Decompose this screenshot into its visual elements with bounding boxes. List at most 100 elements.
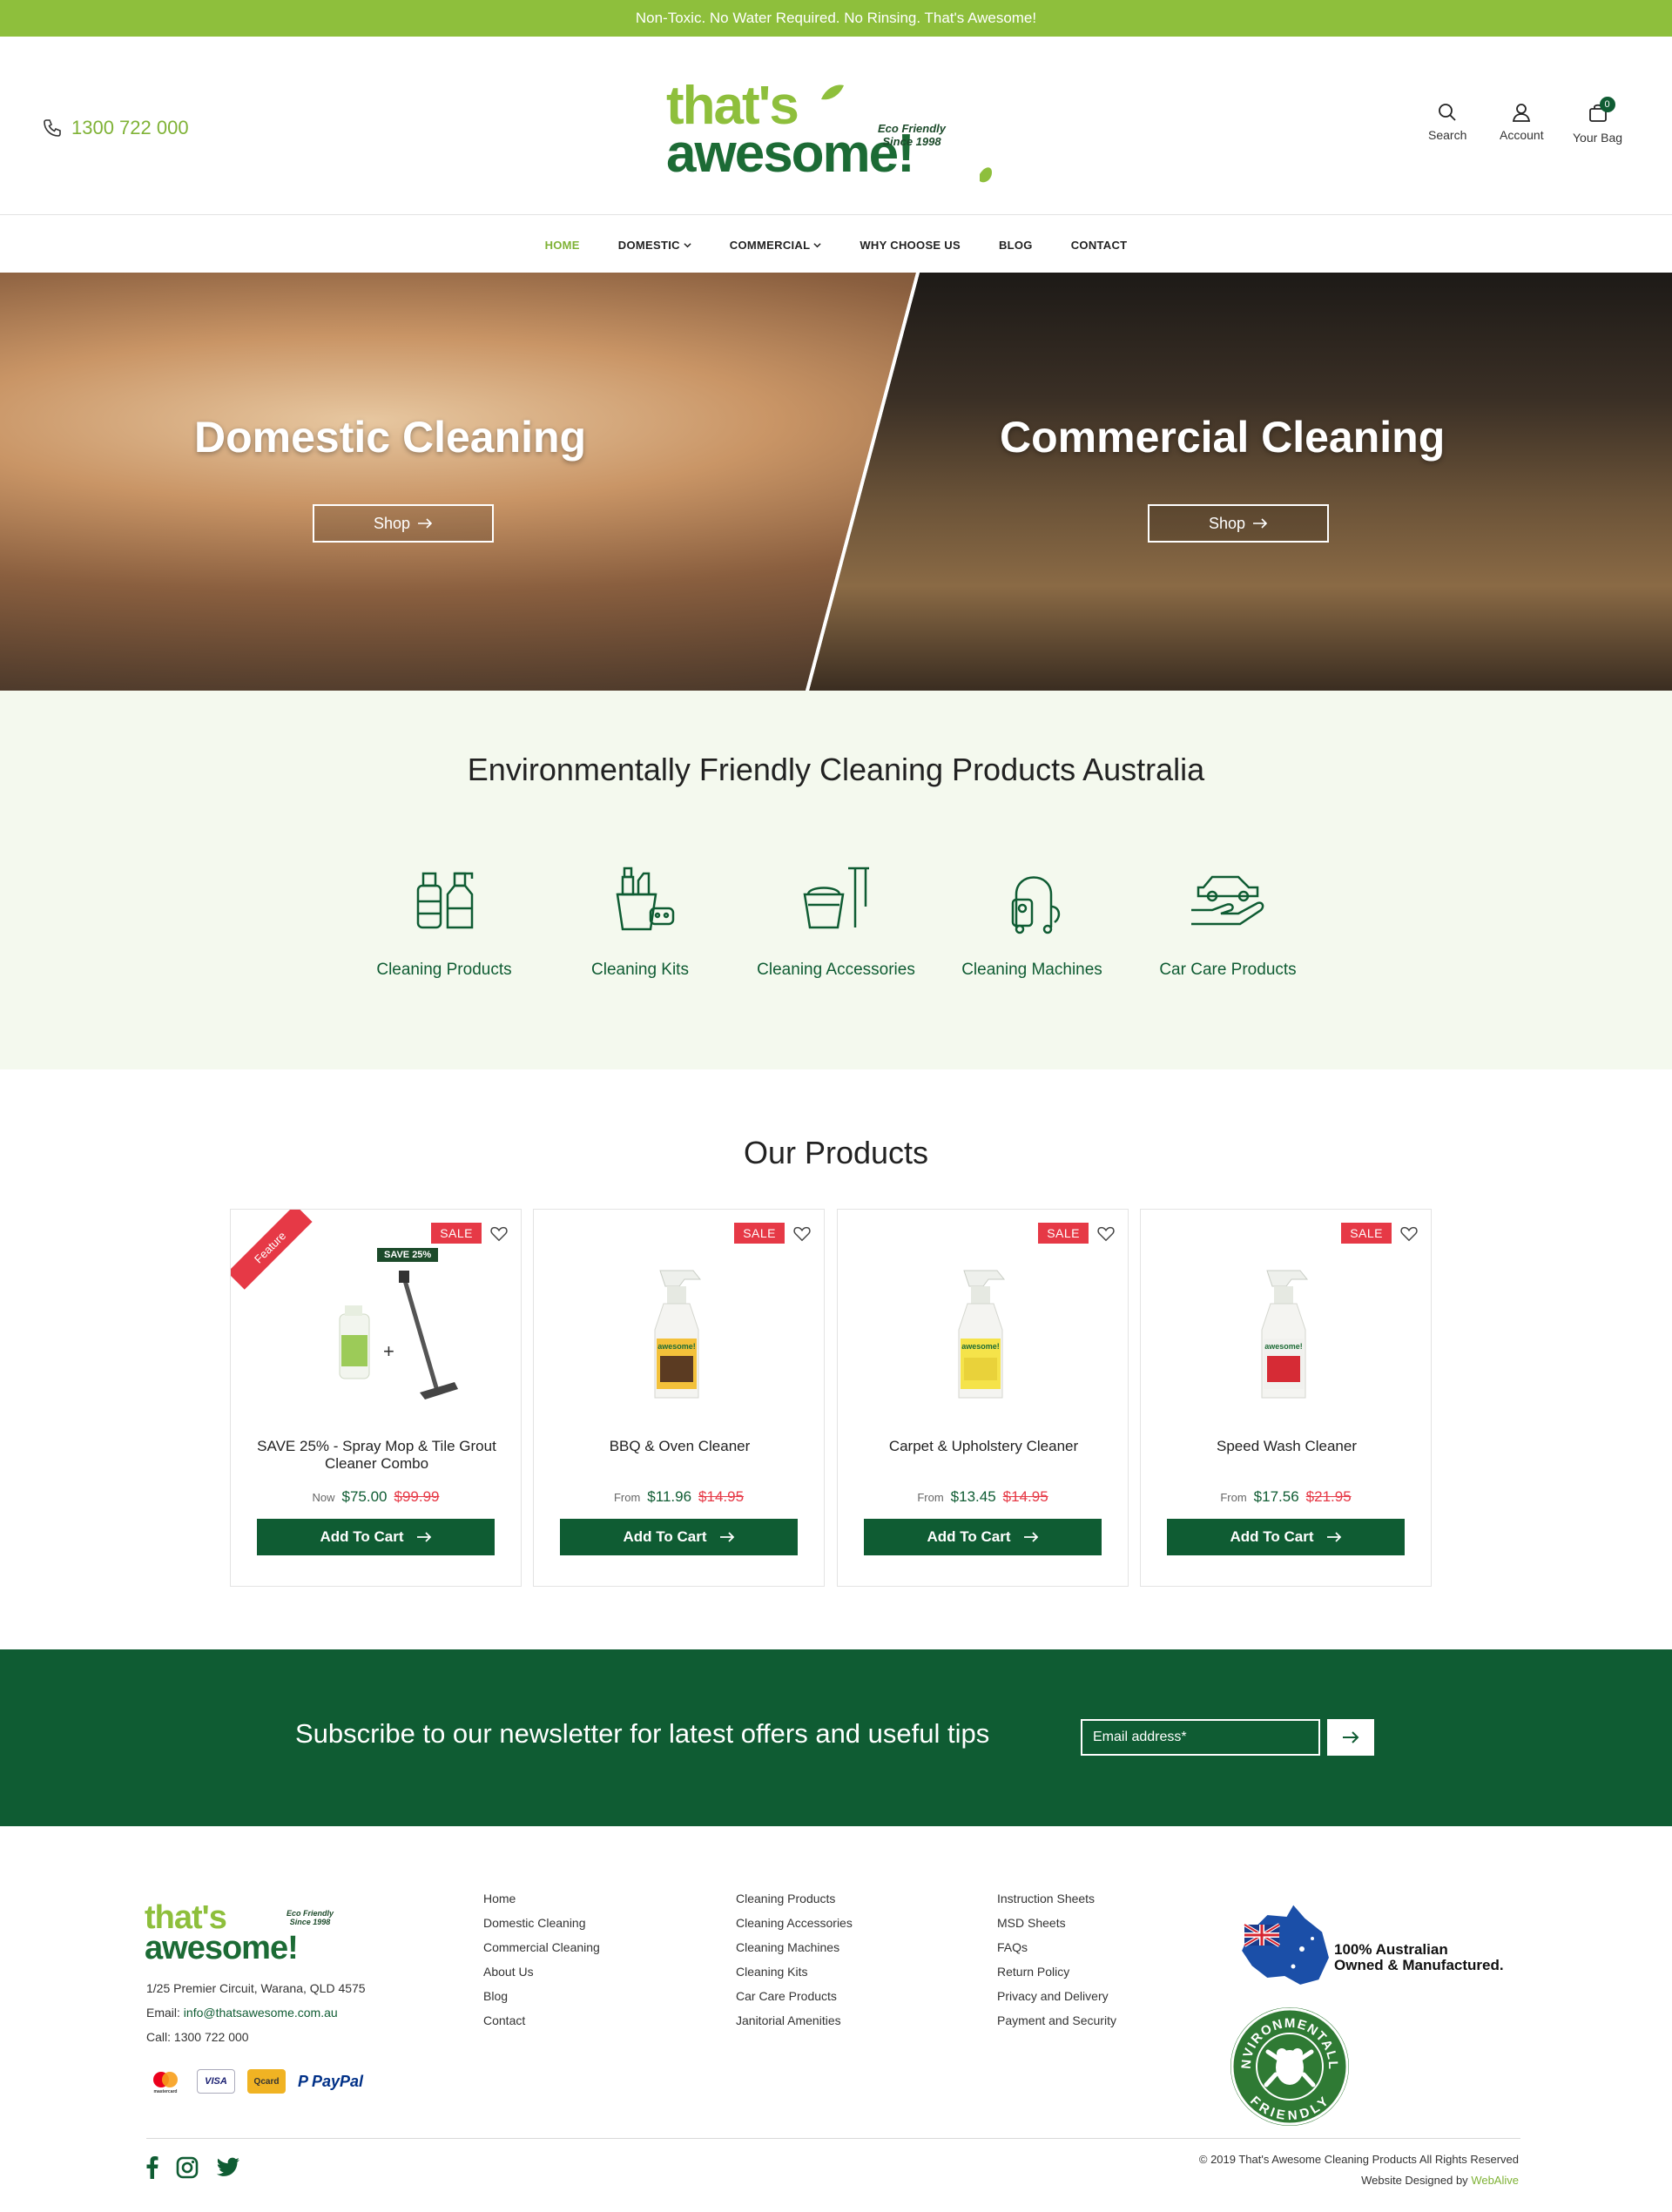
site-logo[interactable]: that's awesome! Eco Friendly Since 1998 [666,71,1015,185]
heart-icon[interactable] [1399,1224,1419,1243]
nav-home[interactable]: HOME [545,239,580,252]
product-image[interactable]: + [289,1251,463,1408]
product-card[interactable]: SALE awesome! BBQ & Oven Cleaner From $1… [533,1209,825,1587]
footer-divider [146,2138,1520,2139]
heart-icon[interactable] [1096,1224,1116,1243]
svg-text:Since 1998: Since 1998 [290,1918,331,1926]
category-cleaning-products[interactable]: Cleaning Products [357,854,531,980]
phone-number: 1300 722 000 [71,117,189,138]
eco-friendly-badge: ENVIRONMENTALLY FRIENDLY [1223,1993,1352,2128]
price-current: $11.96 [647,1488,692,1505]
footer-link[interactable]: Instruction Sheets [997,1892,1116,1905]
footer-link[interactable]: Cleaning Products [736,1892,853,1905]
footer-link[interactable]: FAQs [997,1940,1116,1954]
product-price: From $11.96 $14.95 [534,1488,824,1506]
add-to-cart-button[interactable]: Add To Cart [257,1519,495,1555]
category-cleaning-machines[interactable]: Cleaning Machines [945,854,1119,980]
bag-button[interactable]: 0 Your Bag [1573,97,1622,145]
domestic-shop-button[interactable]: Shop [313,504,494,543]
footer-link[interactable]: Commercial Cleaning [483,1940,600,1954]
footer-link[interactable]: Return Policy [997,1965,1116,1979]
designer-link[interactable]: WebAlive [1471,2174,1519,2187]
nav-blog[interactable]: BLOG [999,239,1033,252]
arrow-right-icon [1253,518,1268,529]
commercial-shop-button[interactable]: Shop [1148,504,1329,543]
footer-link[interactable]: Privacy and Delivery [997,1989,1116,2003]
search-button[interactable]: Search [1428,102,1466,142]
heart-icon[interactable] [792,1224,812,1243]
twitter-icon[interactable] [216,2157,240,2178]
commercial-shop-label: Shop [1208,514,1246,532]
sale-badge: SALE [431,1223,482,1244]
footer-link[interactable]: Cleaning Kits [736,1965,853,1979]
footer-link[interactable]: Janitorial Amenities [736,2013,853,2027]
footer-link[interactable]: About Us [483,1965,600,1979]
nav-why-choose-us[interactable]: WHY CHOOSE US [860,239,961,252]
footer-logo[interactable]: that's awesome! Eco Friendly Since 1998 [145,1897,354,1966]
arrow-right-icon [1343,1731,1359,1743]
newsletter-email-input[interactable]: Email address* [1081,1719,1320,1756]
product-name[interactable]: Carpet & Upholstery Cleaner [855,1438,1112,1455]
products-section-title: Our Products [743,1135,929,1170]
product-card[interactable]: Feature SALE SAVE 25% + SAVE 25% - Spray… [230,1209,522,1587]
category-cleaning-kits[interactable]: Cleaning Kits [553,854,727,980]
price-prefix: Now [312,1491,335,1504]
heart-icon[interactable] [489,1224,509,1243]
product-name[interactable]: Speed Wash Cleaner [1158,1438,1415,1455]
nav-contact[interactable]: CONTACT [1071,239,1128,252]
payment-methods: mastercard VISA Qcard P PayPal [146,2069,363,2094]
footer-link[interactable]: Contact [483,2013,600,2027]
product-card[interactable]: SALE awesome! Carpet & Upholstery Cleane… [837,1209,1129,1587]
footer-link[interactable]: Home [483,1892,600,1905]
footer-phone-link[interactable]: 1300 722 000 [174,2030,249,2044]
designer-credit: Website Designed by WebAlive [1199,2170,1519,2191]
instagram-icon[interactable] [176,2156,199,2179]
copyright-text: © 2019 That's Awesome Cleaning Products … [1198,2153,1519,2166]
footer-email-link[interactable]: info@thatsawesome.com.au [184,2006,338,2020]
facebook-icon[interactable] [146,2156,158,2179]
hero-banner: Domestic Cleaning Shop Commercial Cleani… [0,273,1672,691]
footer-link[interactable]: Car Care Products [736,1989,853,2003]
footer-link[interactable]: MSD Sheets [997,1916,1116,1930]
newsletter-submit-button[interactable] [1327,1719,1374,1756]
product-price: From $17.56 $21.95 [1141,1488,1431,1506]
product-image[interactable]: awesome! [592,1251,766,1408]
call-label: Call: [146,2030,172,2044]
footer-link[interactable]: Cleaning Accessories [736,1916,853,1930]
product-image[interactable]: awesome! [1199,1251,1373,1408]
search-label: Search [1428,128,1467,142]
chevron-down-icon [684,242,691,247]
nav-domestic-label: DOMESTIC [617,238,680,252]
category-label: Cleaning Kits [591,961,689,979]
footer-address: 1/25 Premier Circuit, Warana, QLD 4575 [146,1981,366,1995]
product-name[interactable]: BBQ & Oven Cleaner [551,1438,808,1455]
footer-link[interactable]: Cleaning Machines [736,1940,853,1954]
header-phone[interactable]: 1300 722 000 [42,117,189,139]
footer-link[interactable]: Blog [483,1989,600,2003]
frog-seal-icon: ENVIRONMENTALLY FRIENDLY [1223,1993,1349,2126]
category-label: Cleaning Machines [961,961,1102,979]
footer-link[interactable]: Domestic Cleaning [483,1916,600,1930]
chevron-down-icon [813,242,821,247]
price-prefix: From [917,1491,944,1504]
nav-domestic[interactable]: DOMESTIC [618,239,691,252]
product-card[interactable]: SALE awesome! Speed Wash Cleaner From $1… [1140,1209,1432,1587]
add-to-cart-button[interactable]: Add To Cart [560,1519,798,1555]
product-image[interactable]: awesome! [896,1251,1070,1408]
account-button[interactable]: Account [1500,102,1544,142]
add-to-cart-button[interactable]: Add To Cart [1167,1519,1405,1555]
add-to-cart-label: Add To Cart [927,1528,1011,1545]
svg-text:awesome!: awesome! [666,124,914,184]
category-car-care[interactable]: Car Care Products [1141,854,1315,980]
product-name[interactable]: SAVE 25% - Spray Mop & Tile Grout Cleane… [248,1438,505,1473]
cleaning-kit-icon [616,867,675,931]
site-header: 1300 722 000 that's awesome! Eco Friendl… [0,37,1672,215]
category-label: Car Care Products [1159,961,1297,979]
nav-commercial[interactable]: COMMERCIAL [730,239,822,252]
australian-made-badge: 100% Australian Owned & Manufactured. [1232,1897,1528,1993]
paypal-icon: P PayPal [298,2072,364,2090]
add-to-cart-button[interactable]: Add To Cart [864,1519,1102,1555]
price-current: $75.00 [341,1488,388,1505]
footer-link[interactable]: Payment and Security [997,2013,1116,2027]
category-cleaning-accessories[interactable]: Cleaning Accessories [749,854,923,980]
